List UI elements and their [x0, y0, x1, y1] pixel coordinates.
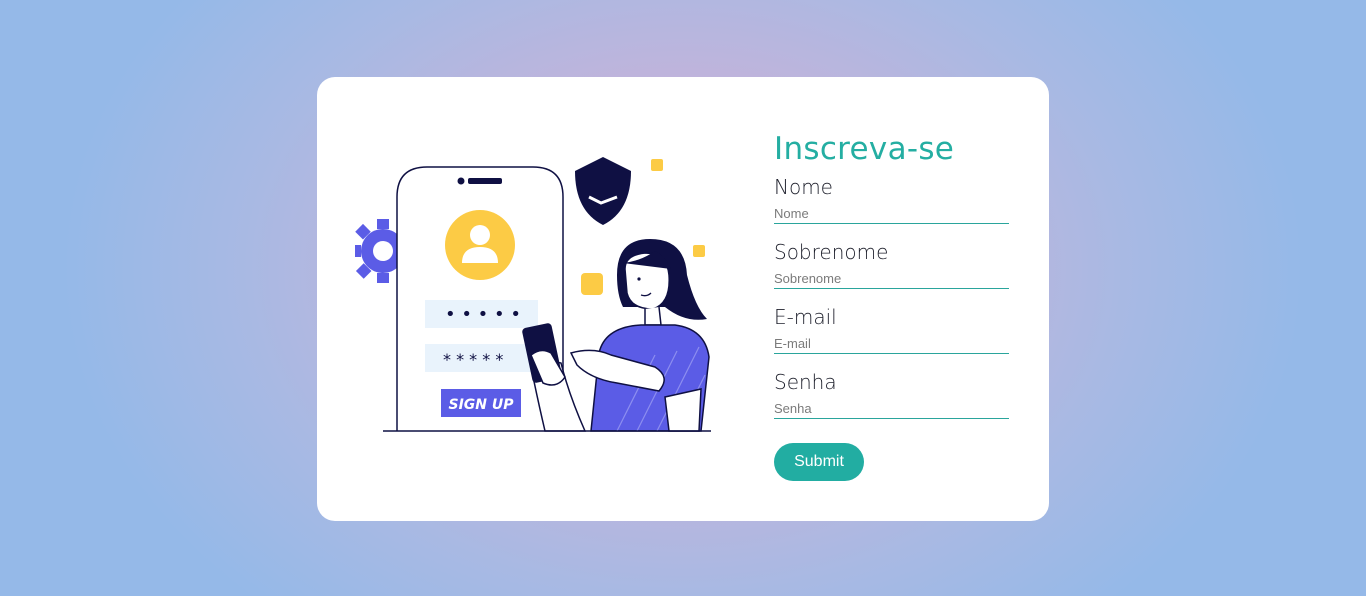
field-sobrenome: Sobrenome — [774, 234, 1010, 299]
signup-illustration: • • • • • * * * * * SIGN UP — [355, 157, 711, 432]
field-senha: Senha — [774, 364, 1010, 429]
sparkle-square — [693, 245, 705, 257]
field-nome: Nome — [774, 169, 1010, 234]
avatar-icon — [445, 210, 515, 280]
password-mask-2: * * * * * — [443, 350, 503, 369]
nome-input[interactable] — [774, 204, 1009, 224]
sparkle-square — [581, 273, 603, 295]
submit-button[interactable]: Submit — [774, 443, 864, 481]
field-email: E-mail — [774, 299, 1010, 364]
senha-input[interactable] — [774, 399, 1009, 419]
sparkle-square — [651, 159, 663, 171]
shield-icon — [575, 157, 631, 225]
signup-card: • • • • • * * * * * SIGN UP Inscreva-se … — [317, 77, 1049, 521]
signup-form: Inscreva-se Nome Sobrenome E-mail Senha … — [774, 129, 1010, 481]
field-label-nome: Nome — [774, 175, 833, 199]
password-mask-1: • • • • • — [445, 304, 521, 325]
field-label-senha: Senha — [774, 370, 837, 394]
email-input[interactable] — [774, 334, 1009, 354]
sobrenome-input[interactable] — [774, 269, 1009, 289]
form-title: Inscreva-se — [774, 131, 955, 167]
field-label-email: E-mail — [774, 305, 837, 329]
signup-button-art: SIGN UP — [448, 397, 514, 413]
field-label-sobrenome: Sobrenome — [774, 240, 889, 264]
